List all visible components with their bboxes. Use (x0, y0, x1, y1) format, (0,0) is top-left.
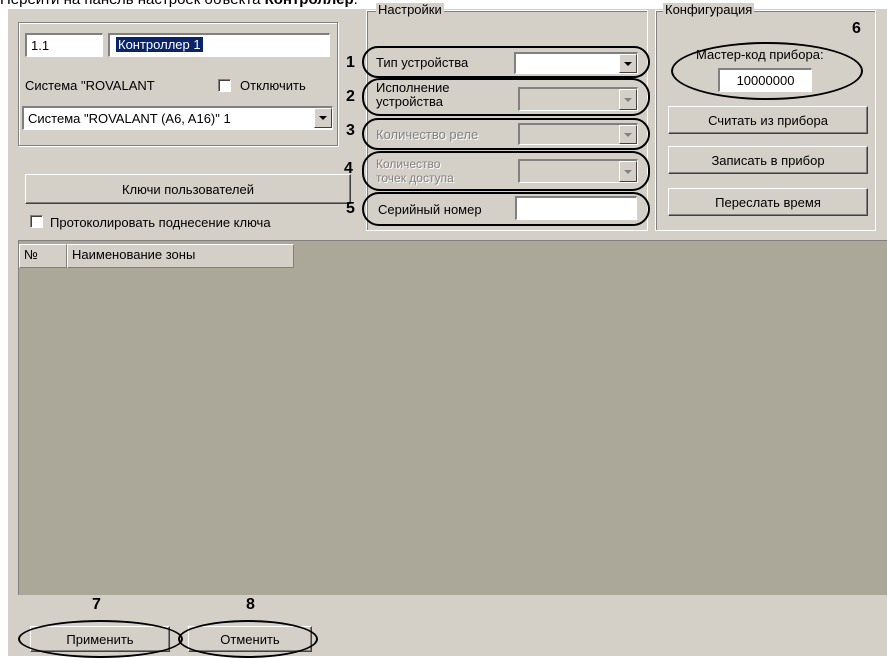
object-name-selected: Контроллер 1 (116, 37, 203, 52)
table-col-zone-name[interactable]: Наименование зоны (67, 244, 294, 268)
caption-suffix: . (354, 0, 358, 8)
callout-number-2: 2 (346, 88, 355, 105)
callout-oval-5 (362, 192, 650, 226)
read-from-device-button[interactable]: Считать из прибора (668, 106, 868, 134)
callout-number-6: 6 (852, 20, 861, 37)
send-time-button[interactable]: Переслать время (668, 188, 868, 216)
callout-number-3: 3 (346, 122, 355, 139)
table-col-number[interactable]: № (19, 244, 67, 268)
caption-bold: Контроллер (265, 0, 354, 8)
callout-number-7: 7 (92, 596, 101, 613)
disable-checkbox[interactable] (218, 79, 231, 92)
settings-title: Настройки (376, 2, 444, 17)
log-key-label: Протоколировать поднесение ключа (50, 215, 271, 230)
log-key-checkbox[interactable] (30, 215, 43, 228)
config-title: Конфигурация (663, 2, 755, 17)
callout-oval-7 (18, 620, 183, 658)
callout-number-1: 1 (346, 54, 355, 71)
page-caption: Перейти на панель настроек объекта Контр… (0, 0, 358, 9)
callout-oval-4 (362, 151, 650, 191)
system-select-arrow[interactable] (314, 108, 332, 128)
callout-number-4: 4 (344, 160, 353, 177)
disable-label: Отключить (240, 78, 306, 93)
user-keys-button[interactable]: Ключи пользователей (25, 174, 351, 204)
callout-oval-1 (362, 46, 650, 78)
system-select[interactable]: Система "ROVALANT (A6, A16)" 1 (22, 106, 333, 130)
callout-oval-3 (362, 118, 650, 150)
zones-table[interactable] (18, 240, 887, 595)
write-to-device-button[interactable]: Записать в прибор (668, 146, 868, 174)
object-name-field[interactable]: Контроллер 1 (108, 33, 330, 57)
object-id-field[interactable]: 1.1 (25, 33, 103, 57)
callout-number-8: 8 (246, 596, 255, 613)
callout-number-5: 5 (346, 200, 355, 217)
caption-prefix: Перейти на панель настроек объекта (0, 0, 265, 8)
callout-oval-2 (362, 78, 650, 116)
callout-oval-8 (178, 620, 318, 658)
callout-oval-6 (671, 42, 863, 100)
system-label: Система "ROVALANT (25, 78, 155, 93)
